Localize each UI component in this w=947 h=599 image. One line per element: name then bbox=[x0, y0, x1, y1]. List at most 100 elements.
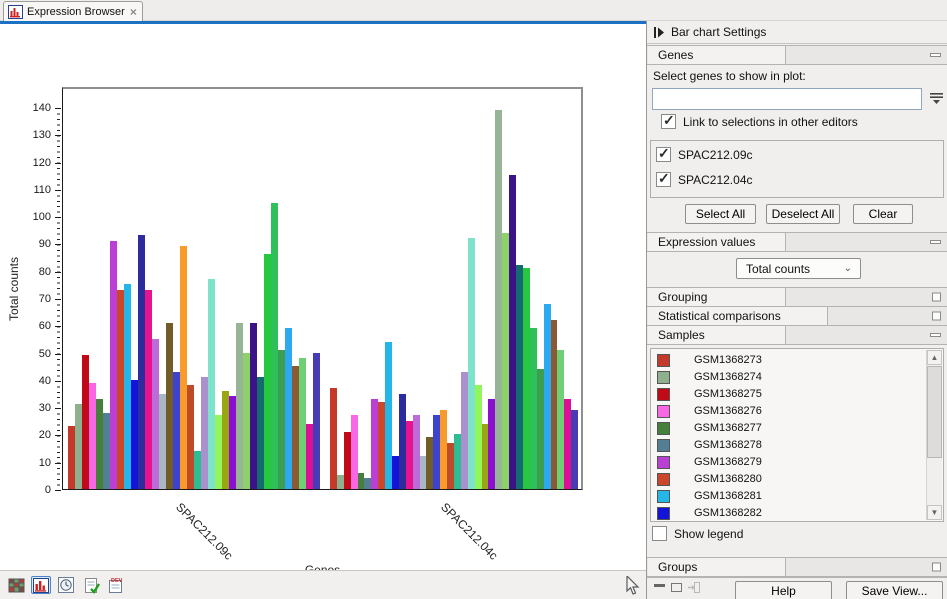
bar-SPAC212.09c-sample-23[interactable] bbox=[222, 391, 229, 489]
bar-SPAC212.09c-sample-22[interactable] bbox=[215, 415, 222, 489]
bar-SPAC212.09c-sample-2[interactable] bbox=[75, 404, 82, 489]
bar-SPAC212.09c-sample-33[interactable] bbox=[292, 366, 299, 489]
bar-SPAC212.09c-sample-28[interactable] bbox=[257, 377, 264, 489]
table-view-icon[interactable] bbox=[6, 576, 26, 594]
bar-SPAC212.04c-sample-9[interactable] bbox=[385, 342, 392, 489]
scrollbar-thumb[interactable] bbox=[927, 366, 942, 458]
section-grouping-tab[interactable]: Grouping bbox=[648, 288, 786, 306]
bar-SPAC212.09c-sample-17[interactable] bbox=[180, 246, 187, 489]
bar-SPAC212.09c-sample-10[interactable] bbox=[131, 380, 138, 489]
bar-SPAC212.09c-sample-9[interactable] bbox=[124, 284, 131, 489]
bar-SPAC212.04c-sample-22[interactable] bbox=[475, 385, 482, 489]
bar-SPAC212.09c-sample-30[interactable] bbox=[271, 203, 278, 489]
dock-panel-icon[interactable] bbox=[688, 582, 700, 593]
bar-SPAC212.04c-sample-31[interactable] bbox=[537, 369, 544, 489]
gene-checkbox-SPAC212.04c[interactable] bbox=[656, 172, 671, 187]
bar-SPAC212.09c-sample-26[interactable] bbox=[243, 353, 250, 489]
sample-color-swatch[interactable] bbox=[657, 473, 670, 486]
sample-color-swatch[interactable] bbox=[657, 490, 670, 503]
history-view-icon[interactable] bbox=[56, 576, 76, 594]
report-view-icon[interactable] bbox=[82, 576, 102, 594]
show-legend-checkbox[interactable] bbox=[652, 526, 667, 541]
bar-SPAC212.09c-sample-13[interactable] bbox=[152, 339, 159, 489]
bar-SPAC212.04c-sample-20[interactable] bbox=[461, 372, 468, 489]
bar-SPAC212.09c-sample-25[interactable] bbox=[236, 323, 243, 489]
bar-SPAC212.04c-sample-33[interactable] bbox=[551, 320, 558, 489]
bar-SPAC212.04c-sample-32[interactable] bbox=[544, 304, 551, 490]
gene-checkbox-SPAC212.09c[interactable] bbox=[656, 147, 671, 162]
minimize-icon[interactable] bbox=[930, 240, 941, 244]
sample-row[interactable]: GSM1368273 bbox=[652, 351, 924, 369]
bar-SPAC212.09c-sample-29[interactable] bbox=[264, 254, 271, 489]
expand-icon[interactable] bbox=[932, 312, 941, 321]
sample-color-swatch[interactable] bbox=[657, 507, 670, 520]
sample-color-swatch[interactable] bbox=[657, 439, 670, 452]
sample-row[interactable]: GSM1368279 bbox=[652, 453, 924, 471]
sample-row[interactable]: GSM1368281 bbox=[652, 487, 924, 505]
bar-SPAC212.09c-sample-14[interactable] bbox=[159, 394, 166, 490]
bar-SPAC212.09c-sample-18[interactable] bbox=[187, 385, 194, 489]
dev-log-view-icon[interactable]: DEV bbox=[106, 576, 126, 594]
bar-SPAC212.04c-sample-2[interactable] bbox=[337, 475, 344, 489]
tab-expression-browser[interactable]: Expression Browser × bbox=[3, 1, 143, 21]
help-button[interactable]: Help bbox=[735, 581, 832, 599]
bar-SPAC212.09c-sample-12[interactable] bbox=[145, 290, 152, 489]
bar-SPAC212.09c-sample-15[interactable] bbox=[166, 323, 173, 489]
bar-SPAC212.09c-sample-20[interactable] bbox=[201, 377, 208, 489]
bar-SPAC212.09c-sample-8[interactable] bbox=[117, 290, 124, 489]
sample-row[interactable]: GSM1368282 bbox=[652, 504, 924, 522]
sample-row[interactable]: GSM1368278 bbox=[652, 436, 924, 454]
sample-row[interactable]: GSM1368275 bbox=[652, 385, 924, 403]
bar-SPAC212.04c-sample-11[interactable] bbox=[399, 394, 406, 490]
sample-color-swatch[interactable] bbox=[657, 371, 670, 384]
bar-SPAC212.04c-sample-35[interactable] bbox=[564, 399, 571, 489]
minimize-icon[interactable] bbox=[930, 53, 941, 57]
bar-SPAC212.04c-sample-8[interactable] bbox=[378, 402, 385, 489]
clear-button[interactable]: Clear bbox=[853, 204, 913, 224]
bar-SPAC212.09c-sample-1[interactable] bbox=[68, 426, 75, 489]
link-selections-checkbox[interactable] bbox=[661, 114, 676, 129]
bar-SPAC212.04c-sample-26[interactable] bbox=[502, 233, 509, 489]
sample-color-swatch[interactable] bbox=[657, 354, 670, 367]
bar-SPAC212.09c-sample-5[interactable] bbox=[96, 399, 103, 489]
section-samples-tab[interactable]: Samples bbox=[648, 326, 786, 344]
bar-SPAC212.04c-sample-27[interactable] bbox=[509, 175, 516, 489]
bar-SPAC212.04c-sample-6[interactable] bbox=[364, 478, 371, 489]
bar-SPAC212.04c-sample-12[interactable] bbox=[406, 421, 413, 489]
filter-icon[interactable] bbox=[929, 92, 944, 105]
bar-SPAC212.09c-sample-24[interactable] bbox=[229, 396, 236, 489]
sample-row[interactable]: GSM1368277 bbox=[652, 419, 924, 437]
bar-SPAC212.04c-sample-4[interactable] bbox=[351, 415, 358, 489]
bar-SPAC212.04c-sample-28[interactable] bbox=[516, 265, 523, 489]
bar-SPAC212.04c-sample-19[interactable] bbox=[454, 434, 461, 489]
bar-SPAC212.04c-sample-25[interactable] bbox=[495, 110, 502, 489]
bar-SPAC212.04c-sample-21[interactable] bbox=[468, 238, 475, 489]
bar-SPAC212.04c-sample-13[interactable] bbox=[413, 415, 420, 489]
bar-SPAC212.04c-sample-30[interactable] bbox=[530, 328, 537, 489]
gene-search-input[interactable] bbox=[652, 88, 922, 110]
sample-row[interactable]: GSM1368274 bbox=[652, 368, 924, 386]
bar-SPAC212.04c-sample-17[interactable] bbox=[440, 410, 447, 489]
sample-color-swatch[interactable] bbox=[657, 405, 670, 418]
bar-SPAC212.09c-sample-6[interactable] bbox=[103, 413, 110, 489]
bar-SPAC212.09c-sample-19[interactable] bbox=[194, 451, 201, 489]
bar-SPAC212.09c-sample-16[interactable] bbox=[173, 372, 180, 489]
bar-SPAC212.04c-sample-15[interactable] bbox=[426, 437, 433, 489]
section-statistical-comparisons-tab[interactable]: Statistical comparisons bbox=[648, 307, 828, 325]
collapse-all-icon[interactable] bbox=[654, 584, 665, 587]
bar-SPAC212.09c-sample-4[interactable] bbox=[89, 383, 96, 489]
section-groups-tab[interactable]: Groups bbox=[648, 558, 786, 576]
bar-SPAC212.04c-sample-7[interactable] bbox=[371, 399, 378, 489]
bar-SPAC212.09c-sample-35[interactable] bbox=[306, 424, 313, 490]
sample-color-swatch[interactable] bbox=[657, 422, 670, 435]
bar-SPAC212.04c-sample-24[interactable] bbox=[488, 399, 495, 489]
bar-SPAC212.04c-sample-14[interactable] bbox=[420, 456, 427, 489]
bar-SPAC212.09c-sample-3[interactable] bbox=[82, 355, 89, 489]
save-view-button[interactable]: Save View... bbox=[846, 581, 943, 599]
bar-SPAC212.09c-sample-36[interactable] bbox=[313, 353, 320, 489]
bar-SPAC212.04c-sample-1[interactable] bbox=[330, 388, 337, 489]
bar-SPAC212.04c-sample-18[interactable] bbox=[447, 443, 454, 489]
section-expression-values-tab[interactable]: Expression values bbox=[648, 233, 786, 251]
sample-color-swatch[interactable] bbox=[657, 388, 670, 401]
collapse-sidebar-icon[interactable] bbox=[654, 27, 665, 38]
